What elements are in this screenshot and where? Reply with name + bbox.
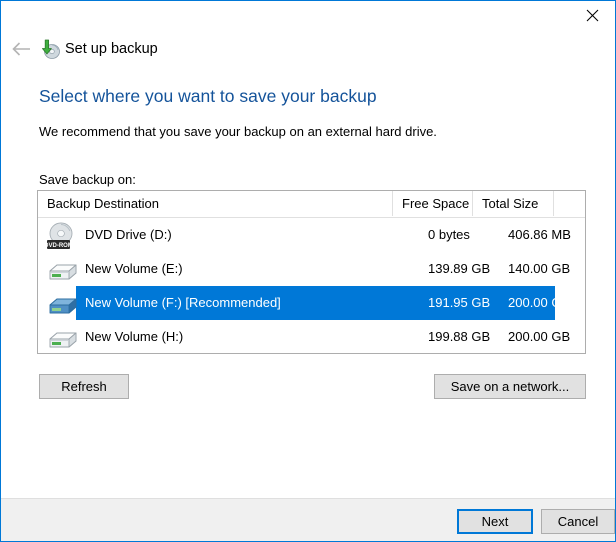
back-button[interactable] [9,36,35,62]
backup-drive-icon [39,38,61,60]
table-row[interactable]: New Volume (H:) 199.88 GB 200.00 GB [38,320,585,354]
hard-drive-icon [46,323,80,353]
save-backup-on-label: Save backup on: [39,172,136,187]
cell-total-size: 406.86 MB [508,218,571,252]
column-header-spacer [553,191,585,216]
dialog-footer: Next Cancel [1,498,615,541]
cell-free-space: 139.89 GB [428,252,490,286]
table-row[interactable]: New Volume (E:) 139.89 GB 140.00 GB [38,252,585,286]
cell-destination: DVD Drive (D:) [85,218,172,252]
next-button[interactable]: Next [457,509,533,534]
setup-backup-window: Set up backup Select where you want to s… [0,0,616,542]
title-bar [1,1,615,29]
cancel-button[interactable]: Cancel [541,509,615,534]
column-header-free-space[interactable]: Free Space [392,191,472,216]
page-subtitle: We recommend that you save your backup o… [39,124,437,139]
cell-free-space: 0 bytes [428,218,470,252]
list-column-headers: Backup Destination Free Space Total Size [38,191,585,218]
table-row-selected[interactable]: New Volume (F:) [Recommended] 191.95 GB … [38,286,585,320]
navigation-bar: Set up backup [1,29,615,69]
column-header-total-size[interactable]: Total Size [472,191,553,216]
cell-destination: New Volume (E:) [85,252,183,286]
close-icon [586,9,599,22]
hard-drive-icon [46,289,80,319]
back-arrow-icon [11,40,33,58]
main-content: Select where you want to save your backu… [1,69,615,499]
app-title: Set up backup [65,39,158,59]
svg-text:DVD-ROM: DVD-ROM [46,243,73,249]
hard-drive-icon [46,255,80,285]
cell-total-size: 200.00 GB [508,320,570,354]
page-title: Select where you want to save your backu… [39,86,377,107]
refresh-button[interactable]: Refresh [39,374,129,399]
column-header-destination[interactable]: Backup Destination [38,191,392,216]
cell-total-size: 140.00 GB [508,252,570,286]
cell-free-space: 199.88 GB [428,320,490,354]
backup-destination-list[interactable]: Backup Destination Free Space Total Size… [37,190,586,354]
cell-destination: New Volume (F:) [Recommended] [85,286,281,320]
cell-free-space: 191.95 GB [428,286,490,320]
cell-destination: New Volume (H:) [85,320,183,354]
close-button[interactable] [569,1,615,29]
table-row[interactable]: DVD-ROM DVD Drive (D:) 0 bytes 406.86 MB [38,218,585,252]
dvd-drive-icon: DVD-ROM [46,221,80,251]
save-on-network-button[interactable]: Save on a network... [434,374,586,399]
cell-total-size: 200.00 GB [508,286,570,320]
